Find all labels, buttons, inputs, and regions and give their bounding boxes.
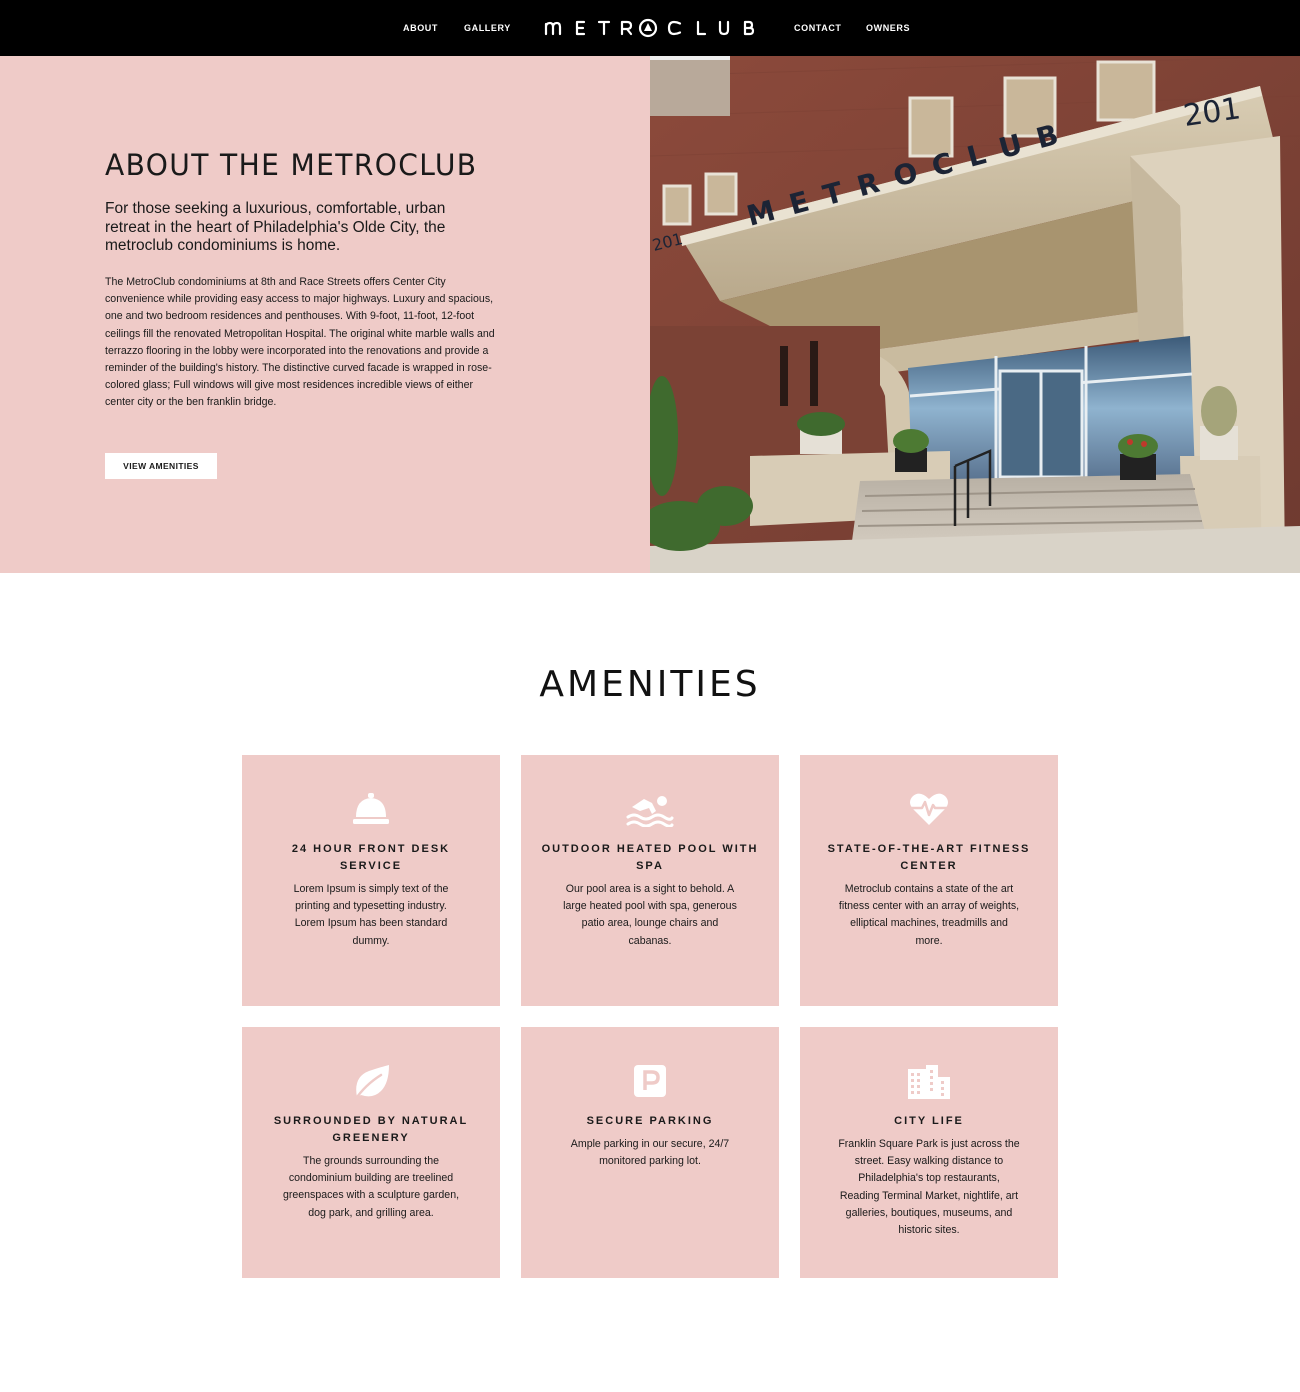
view-amenities-button[interactable]: VIEW AMENITIES (105, 453, 217, 479)
amenity-text: Metroclub contains a state of the art fi… (838, 883, 1020, 947)
amenity-card-fitness: STATE-OF-THE-ART FITNESS CENTER Metroclu… (800, 755, 1058, 1006)
amenity-title: CITY LIFE (894, 1115, 964, 1127)
parking-icon (634, 1065, 666, 1097)
amenity-card-greenery: SURROUNDED BY NATURAL GREENERY The groun… (242, 1027, 500, 1278)
building-photo: METROCLUB 201 201 (650, 56, 1300, 573)
nav-about-link[interactable]: ABOUT (403, 22, 438, 34)
heartbeat-icon (910, 793, 948, 825)
amenity-text: The grounds surrounding the condominium … (282, 1155, 460, 1219)
amenity-title: SURROUNDED BY NATURAL GREENERY (273, 1115, 469, 1144)
about-body: The MetroClub condominiums at 8th and Ra… (105, 276, 495, 409)
leaf-icon (353, 1065, 389, 1101)
top-nav: ABOUT GALLERY CONTACT OWNERS (0, 0, 1300, 56)
about-lead: For those seeking a luxurious, comfortab… (105, 200, 446, 254)
amenity-title: SECURE PARKING (586, 1115, 714, 1127)
nav-owners-link[interactable]: OWNERS (866, 22, 910, 34)
city-icon (908, 1065, 950, 1099)
about-title: ABOUT THE METROCLUB (105, 148, 478, 182)
amenity-text: Lorem Ipsum is simply text of the printi… (293, 883, 449, 947)
amenity-card-city-life: CITY LIFE Franklin Square Park is just a… (800, 1027, 1058, 1278)
amenity-card-pool: OUTDOOR HEATED POOL WITH SPA Our pool ar… (521, 755, 779, 1006)
amenity-title: 24 HOUR FRONT DESK SERVICE (291, 843, 451, 872)
amenity-text: Ample parking in our secure, 24/7 monito… (570, 1138, 730, 1168)
amenity-card-parking: SECURE PARKING Ample parking in our secu… (521, 1027, 779, 1278)
metroclub-logo[interactable] (543, 14, 757, 42)
about-section: ABOUT THE METROCLUB For those seeking a … (0, 56, 650, 573)
amenity-text: Our pool area is a sight to behold. A la… (563, 883, 737, 947)
amenity-title: STATE-OF-THE-ART FITNESS CENTER (827, 843, 1031, 872)
amenities-title: AMENITIES (539, 664, 761, 705)
amenity-title: OUTDOOR HEATED POOL WITH SPA (541, 843, 759, 872)
amenity-card-front-desk: 24 HOUR FRONT DESK SERVICE Lorem Ipsum i… (242, 755, 500, 1006)
nav-contact-link[interactable]: CONTACT (794, 22, 842, 34)
nav-gallery-link[interactable]: GALLERY (464, 22, 511, 34)
bell-icon (353, 793, 389, 824)
swimmer-icon (626, 796, 674, 827)
amenity-text: Franklin Square Park is just across the … (838, 1138, 1020, 1237)
